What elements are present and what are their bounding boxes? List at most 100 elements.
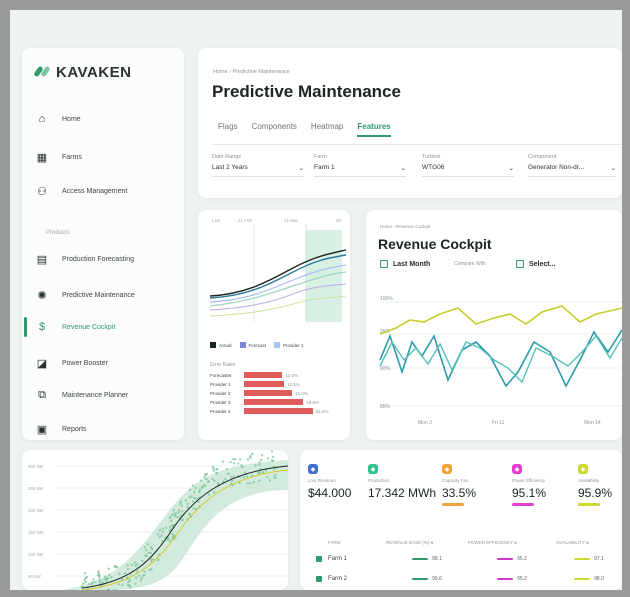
filter-select[interactable]: Farm 1 ⌄ (314, 164, 406, 177)
sidebar-item-home[interactable]: ⌂ Home (36, 108, 184, 130)
availability-indicator (574, 578, 591, 580)
filter-farm[interactable]: Farm Farm 1 ⌄ (314, 154, 406, 177)
scatter-point (266, 476, 269, 479)
revenue-indicator (412, 558, 429, 560)
sidebar-item-farms[interactable]: ▦ Farms (36, 146, 184, 168)
scatter-point (203, 484, 207, 487)
scatter-point (207, 493, 211, 496)
scatter-point (211, 477, 214, 481)
sidebar: KAVAKEN Products ⌂ Home ▦ Farms ⚇ Access Mana… (22, 48, 184, 440)
filter-date-range[interactable]: Date Range Last 2 Years ⌄ (212, 154, 304, 177)
home-icon: ⌂ (38, 113, 46, 125)
sidebar-item-label: Revenue Cockpit (62, 323, 116, 331)
error-rates-title: Error Rates (210, 362, 236, 368)
scatter-point (188, 496, 191, 499)
forecast-card: Last 21 Feb 21 Mar 30 Actual Forecast Prov… (198, 210, 350, 440)
error-rate-label: Provider 2 (210, 390, 231, 396)
table-header-cell[interactable]: AVAILABILITY & (556, 540, 622, 545)
scatter-point (249, 455, 252, 458)
table-header-cell[interactable]: POWER EFFICIENCY & (468, 540, 556, 545)
sidebar-section-label: Products (46, 230, 70, 236)
scatter-point (107, 567, 110, 570)
error-rate-label: Provider 3 (210, 399, 231, 405)
kpi-card: ◆ Lost Revenue $44.000 ◆ Production 17.342 MW… (300, 450, 622, 590)
sidebar-item-predictive-maintenance[interactable]: ✺ Predictive Maintenance (36, 284, 184, 306)
filter-select[interactable]: Generator Non-dr... ⌄ (528, 164, 616, 177)
kpi-label: Lost Revenue (308, 478, 336, 483)
logo[interactable]: KAVAKEN (33, 64, 131, 81)
scatter-point (212, 469, 215, 473)
tab-components[interactable]: Components (252, 122, 297, 137)
filter-component[interactable]: Component Generator Non-dr... ⌄ (528, 154, 616, 177)
filter-turbine[interactable]: Turbine WTG06 ⌄ (422, 154, 514, 177)
kpi-value: 95.9% (578, 486, 613, 500)
filter-label: Turbine (422, 154, 441, 160)
farm-table-header: FARM REVENUE BASE (%) & POWER EFFICIENCY &… (316, 540, 622, 545)
scatter-point (128, 586, 132, 589)
scatter-point (186, 502, 189, 505)
scatter-point (147, 551, 150, 555)
legend-swatch (274, 342, 281, 348)
scatter-point (270, 450, 274, 453)
efficiency-indicator (497, 578, 514, 580)
scatter-point (83, 572, 86, 575)
error-rate-row: Forecaster 12.0% (210, 372, 298, 378)
sidebar-item-label: Access Management (62, 187, 128, 195)
forecast-top-label: 21 Feb (238, 218, 253, 223)
breadcrumb[interactable]: Home › Predictive Maintenance (213, 69, 290, 75)
kpi-power-efficiency: ◆ Power Efficiency 95.1% (512, 464, 576, 506)
table-row[interactable]: Farm 1 98.1 95.2 97.1 (316, 550, 622, 568)
table-header-cell[interactable]: REVENUE BASE (%) & (386, 540, 468, 545)
chevron-down-icon: ⌄ (298, 165, 304, 172)
filter-label: Farm (314, 154, 327, 160)
scatter-point (92, 578, 95, 581)
kpi-label: Availability (578, 478, 600, 483)
tab-features[interactable]: Features (357, 122, 391, 137)
scatter-point (98, 579, 102, 583)
scatter-point (224, 478, 227, 481)
scatter-point (118, 572, 121, 575)
sidebar-item-revenue-cockpit[interactable]: $ Revenue Cockpit (36, 316, 184, 338)
scatter-point (80, 585, 84, 588)
power-curve-chart: 300 kW 250 kW 200 kW 150 kW 100 kW 50 kW (28, 450, 288, 590)
sidebar-item-maintenance-planner[interactable]: ⧉ Maintenance Planner (36, 384, 184, 406)
scatter-point (274, 476, 277, 480)
sidebar-item-production-forecasting[interactable]: ▤ Production Forecasting (36, 248, 184, 270)
sidebar-item-power-booster[interactable]: ◪ Power Booster (36, 352, 184, 374)
sidebar-item-label: Reports (62, 425, 87, 433)
scatter-point (193, 491, 196, 494)
scatter-point (260, 458, 263, 462)
capacity-icon: ◆ (442, 464, 452, 474)
error-rate-value: 15.0% (295, 390, 308, 396)
sidebar-item-label: Power Booster (62, 359, 108, 367)
scatter-point (221, 460, 225, 463)
scatter-point (93, 580, 97, 584)
scatter-point (128, 579, 132, 582)
scatter-point (258, 479, 261, 482)
filter-select[interactable]: Last 2 Years ⌄ (212, 164, 304, 177)
error-rate-label: Provider 4 (210, 408, 231, 414)
table-header-cell[interactable]: FARM (316, 540, 386, 545)
report-icon: ▣ (36, 423, 48, 436)
scatter-point (149, 551, 152, 555)
scatter-point (246, 458, 250, 461)
scatter-point (121, 583, 124, 587)
row-checkbox[interactable] (316, 556, 322, 562)
tab-flags[interactable]: Flags (218, 122, 238, 137)
row-checkbox[interactable] (316, 576, 322, 582)
table-row[interactable]: Farm 2 99.6 95.2 98.0 (316, 570, 622, 588)
sidebar-item-access-management[interactable]: ⚇ Access Management (36, 180, 184, 202)
sidebar-item-reports[interactable]: ▣ Reports (36, 418, 184, 440)
sidebar-item-label: Maintenance Planner (62, 391, 129, 399)
scatter-point (191, 484, 195, 487)
scatter-point (254, 464, 257, 467)
chevron-down-icon: ⌄ (400, 165, 406, 172)
revenue-x-label: Mon 3 (418, 420, 432, 426)
scatter-point (192, 500, 195, 503)
tab-heatmap[interactable]: Heatmap (311, 122, 343, 137)
filter-value: Last 2 Years (212, 164, 248, 171)
kpi-label: Capacity Fac. (442, 478, 470, 483)
scatter-point (103, 575, 107, 578)
filter-select[interactable]: WTG06 ⌄ (422, 164, 514, 177)
scatter-point (181, 510, 184, 513)
